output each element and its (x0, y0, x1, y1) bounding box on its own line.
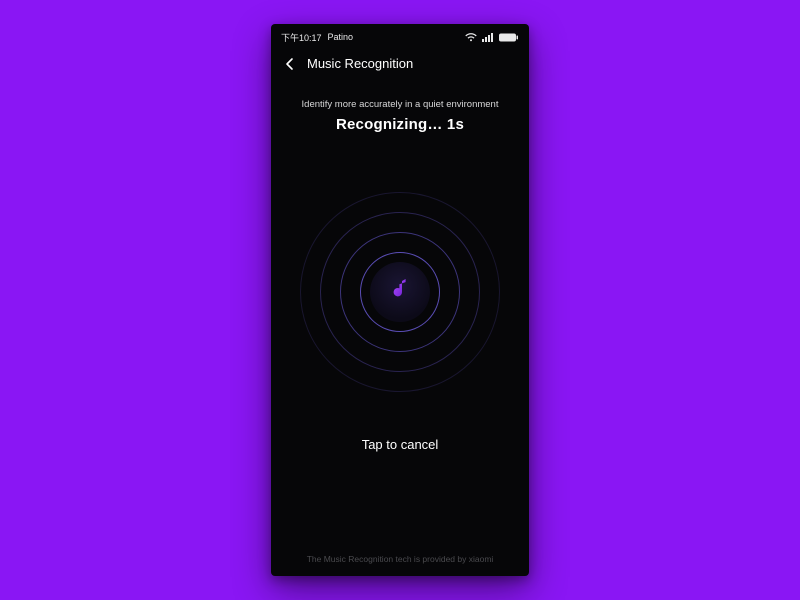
footer-credit: The Music Recognition tech is provided b… (271, 554, 529, 564)
battery-icon (499, 33, 519, 42)
status-bar: 下午10:17 Patino (271, 28, 529, 46)
hint-text: Identify more accurately in a quiet envi… (271, 99, 529, 110)
music-note-icon (386, 276, 414, 309)
status-time: 下午10:17 (281, 31, 322, 44)
status-right (465, 33, 519, 42)
cancel-button[interactable]: Tap to cancel (271, 437, 529, 452)
recognizing-status: Recognizing… 1s (271, 116, 529, 133)
ripple-visual[interactable] (271, 167, 529, 417)
status-left: 下午10:17 Patino (281, 31, 353, 44)
phone-frame: 下午10:17 Patino Music Recognition Identif… (271, 24, 529, 576)
page-title: Music Recognition (307, 56, 413, 71)
back-icon[interactable] (283, 57, 297, 71)
signal-icon (482, 33, 494, 42)
center-disc (370, 262, 430, 322)
nav-bar: Music Recognition (271, 46, 529, 75)
status-carrier: Patino (328, 32, 354, 42)
wifi-icon (465, 33, 477, 42)
